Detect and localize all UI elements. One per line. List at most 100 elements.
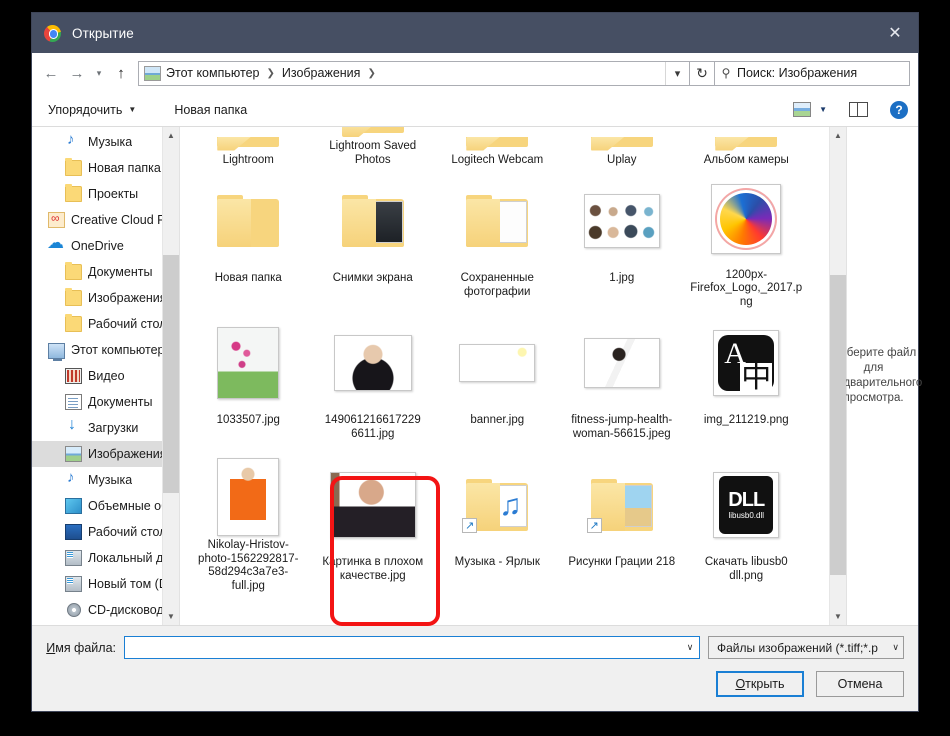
file-thumbnail: [560, 136, 685, 151]
sidebar-item-4[interactable]: OneDrive: [32, 233, 179, 259]
help-icon[interactable]: ?: [890, 100, 908, 119]
organize-button[interactable]: Упорядочить ▼: [48, 103, 136, 117]
sidebar-item-5[interactable]: Документы: [32, 259, 179, 285]
file-thumbnail: [684, 173, 809, 266]
file-name-label: 1.jpg: [609, 272, 635, 284]
view-mode-icon[interactable]: [793, 102, 812, 117]
file-thumbnail: [684, 136, 809, 151]
chrome-icon: [44, 24, 61, 42]
sidebar-item-7[interactable]: Рабочий стол: [32, 311, 179, 337]
navigation-bar: ← → ▾ ↑ Этот компьютер ❯ Изображения ❯ ▾…: [32, 53, 918, 93]
chevron-up-icon[interactable]: ▲: [163, 127, 179, 144]
sidebar-scrollbar-thumb[interactable]: [163, 255, 179, 493]
file-list-scrollbar-thumb[interactable]: [830, 275, 846, 575]
sidebar-item-14[interactable]: Объемные объ: [32, 493, 179, 519]
sidebar-item-3[interactable]: Creative Cloud Fil: [32, 207, 179, 233]
view-mode-chevron-down-icon[interactable]: ▼: [819, 105, 827, 114]
sidebar-item-0[interactable]: Музыка: [32, 129, 179, 155]
sidebar-item-13[interactable]: Музыка: [32, 467, 179, 493]
file-name-label: Uplay: [607, 153, 637, 166]
music-icon: [65, 469, 82, 488]
file-item[interactable]: ↗ Рисунки Грации 218: [560, 451, 685, 593]
cancel-button[interactable]: Отмена: [816, 671, 904, 697]
3d-objects-icon: [65, 498, 82, 514]
folder-icon: ↗: [586, 479, 653, 533]
search-input[interactable]: ⚲ Поиск: Изображения: [715, 60, 910, 86]
sidebar-item-1[interactable]: Новая папка: [32, 155, 179, 181]
filename-input[interactable]: ∨: [124, 636, 700, 659]
file-name-label: Снимки экрана: [332, 272, 413, 284]
file-item[interactable]: Logitech Webcam: [435, 127, 560, 167]
file-thumbnail: [435, 136, 560, 151]
preview-pane-icon[interactable]: [849, 102, 868, 117]
address-bar[interactable]: Этот компьютер ❯ Изображения ❯ ▾: [138, 60, 690, 86]
forward-icon[interactable]: →: [64, 60, 90, 86]
sidebar-item-6[interactable]: Изображения: [32, 285, 179, 311]
open-button[interactable]: Открыть: [716, 671, 804, 697]
sidebar-item-16[interactable]: Локальный дис: [32, 545, 179, 571]
chevron-down-icon[interactable]: ▼: [163, 608, 179, 625]
file-item[interactable]: Альбом камеры: [684, 127, 809, 167]
file-thumbnail: A中: [684, 315, 809, 411]
address-dropdown-icon[interactable]: ▾: [665, 61, 689, 85]
sidebar-item-18[interactable]: CD-дисковод (F: [32, 597, 179, 623]
refresh-icon[interactable]: ↻: [690, 60, 715, 86]
file-item[interactable]: 149061216617229 6611.jpg: [311, 309, 436, 451]
pictures-folder-icon: [144, 65, 161, 81]
sidebar-scrollbar[interactable]: ▲ ▼: [162, 127, 179, 625]
file-item[interactable]: banner.jpg: [435, 309, 560, 451]
sidebar-item-2[interactable]: Проекты: [32, 181, 179, 207]
breadcrumb-item-0[interactable]: Этот компьютер: [165, 66, 260, 80]
chevron-up-icon[interactable]: ▲: [830, 127, 846, 144]
up-icon[interactable]: ↑: [108, 60, 134, 86]
chevron-down-icon[interactable]: ▼: [830, 608, 846, 625]
file-thumbnail: [186, 315, 311, 411]
folder-icon: [341, 127, 404, 137]
file-item[interactable]: Снимки экрана: [311, 167, 436, 309]
back-icon[interactable]: ←: [38, 60, 64, 86]
breadcrumb-item-1[interactable]: Изображения: [281, 66, 362, 80]
sidebar-item-label: Проекты: [88, 187, 139, 201]
file-list-scrollbar[interactable]: ▲ ▼: [829, 127, 846, 625]
file-item[interactable]: A 中 img_211219.png: [684, 309, 809, 451]
new-folder-button[interactable]: Новая папка: [174, 103, 247, 117]
shortcut-arrow-icon: ↗: [586, 518, 602, 533]
file-item[interactable]: Новая папка: [186, 167, 311, 309]
sidebar-item-label: Рабочий стол: [88, 525, 167, 539]
file-item[interactable]: Lightroom: [186, 127, 311, 167]
sidebar-item-label: Изображения: [88, 447, 167, 461]
file-item[interactable]: 1033507.jpg: [186, 309, 311, 451]
file-name-label: Logitech Webcam: [451, 153, 544, 166]
file-item[interactable]: Сохраненные фотографии: [435, 167, 560, 309]
file-item[interactable]: ♫ ↗ Музыка - Ярлык: [435, 451, 560, 593]
sidebar-item-label: Рабочий стол: [88, 317, 167, 331]
recent-locations-icon[interactable]: ▾: [90, 60, 108, 86]
creative-cloud-icon: [48, 211, 65, 228]
sidebar-item-17[interactable]: Новый том (D:): [32, 571, 179, 597]
file-item[interactable]: 1200px-Firefox_Logo,_2017.png: [684, 167, 809, 309]
filename-chevron-down-icon[interactable]: ∨: [681, 637, 699, 658]
filetype-select[interactable]: Файлы изображений (*.tiff;*.p ∨: [708, 636, 904, 659]
sidebar-item-10[interactable]: Документы: [32, 389, 179, 415]
sidebar-item-11[interactable]: Загрузки: [32, 415, 179, 441]
sidebar-item-label: Загрузки: [88, 421, 139, 435]
file-item[interactable]: 1.jpg: [560, 167, 685, 309]
videos-icon: [65, 368, 82, 384]
sidebar-item-label: Документы: [88, 395, 153, 409]
file-item[interactable]: Lightroom Saved Photos: [311, 127, 436, 167]
sidebar-item-12[interactable]: Изображения: [32, 441, 179, 467]
file-item[interactable]: Nikolay-Hristov-photo-1562292817-58d294c…: [186, 451, 311, 593]
drive-icon: [65, 550, 82, 566]
sidebar-item-9[interactable]: Видео: [32, 363, 179, 389]
sidebar-item-15[interactable]: Рабочий стол: [32, 519, 179, 545]
file-item[interactable]: Картинка в плохом качестве.jpg: [311, 451, 436, 593]
close-button[interactable]: ✕: [872, 13, 918, 53]
file-name-label: Nikolay-Hristov-photo-1562292817-58d294c…: [198, 539, 299, 592]
file-item[interactable]: DLL libusb0.dll Скачать libusb0 dll.png: [684, 451, 809, 593]
sidebar-item-8[interactable]: Этот компьютер: [32, 337, 179, 363]
folder-icon: [217, 195, 280, 247]
file-name-label: Музыка - Ярлык: [454, 556, 540, 568]
preview-pane: Выберите файл для предварительного просм…: [825, 127, 922, 625]
file-item[interactable]: fitness-jump-health-woman-56615.jpeg: [560, 309, 685, 451]
file-item[interactable]: Uplay: [560, 127, 685, 167]
